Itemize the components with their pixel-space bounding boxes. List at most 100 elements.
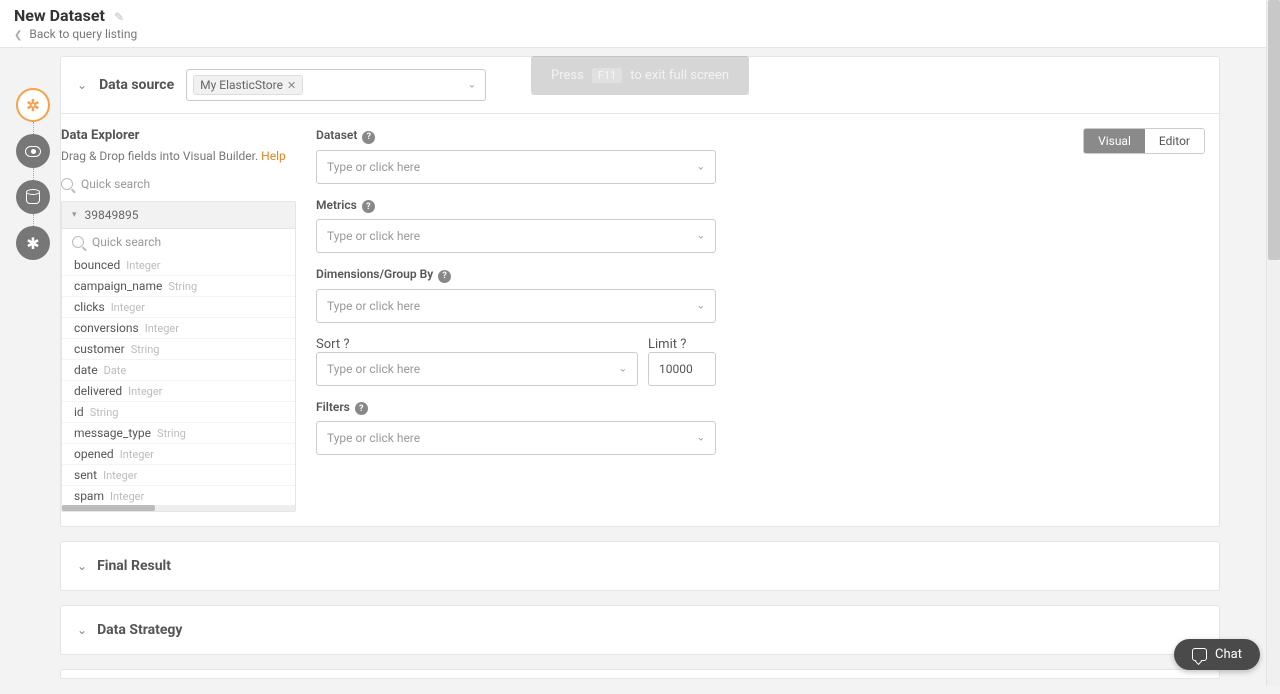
field-group-body: Quick search bouncedInteger campaign_nam…: [62, 228, 295, 511]
limit-label: Limit ?: [648, 337, 686, 352]
field-group: ▾ 39849895 Quick search bouncedInteger c…: [61, 201, 296, 512]
data-explorer: Data Explorer Drag & Drop fields into Vi…: [61, 114, 296, 526]
field-item[interactable]: dateDate: [62, 360, 295, 381]
dataset-row: Dataset ? Type or click here ⌄: [316, 128, 716, 184]
field-item[interactable]: campaign_nameString: [62, 276, 295, 297]
eye-icon: [25, 143, 41, 159]
search-icon: [72, 236, 84, 248]
chevron-down-icon: ⌄: [697, 231, 705, 242]
top-bar: New Dataset ✎ ❮ Back to query listing: [0, 0, 1280, 48]
chip-label: My ElasticStore: [200, 78, 283, 92]
database-icon: [25, 189, 41, 205]
scrollbar-thumb[interactable]: [62, 505, 155, 511]
quick-search-label: Quick search: [81, 177, 150, 191]
step-preview-icon[interactable]: [16, 134, 50, 168]
chip-remove-icon[interactable]: ✕: [287, 79, 296, 92]
metrics-row: Metrics ? Type or click here ⌄: [316, 198, 716, 254]
field-item[interactable]: spamInteger: [62, 486, 295, 505]
explorer-hint: Drag & Drop fields into Visual Builder. …: [61, 149, 296, 163]
field-item[interactable]: clicksInteger: [62, 297, 295, 318]
data-source-chip: My ElasticStore ✕: [193, 75, 303, 95]
edit-title-icon[interactable]: ✎: [114, 10, 124, 24]
help-icon[interactable]: ?: [362, 131, 375, 144]
page-title: New Dataset: [14, 6, 105, 25]
dataset-label: Dataset ?: [316, 128, 716, 144]
gear-icon: [25, 235, 41, 251]
data-strategy-panel: ⌄ Data Strategy: [60, 605, 1220, 655]
data-source-header: ⌄ Data source My ElasticStore ✕ ⌄: [61, 57, 1219, 113]
chevron-down-icon: ⌄: [697, 433, 705, 444]
chevron-down-icon: ⌄: [697, 161, 705, 172]
page-scrollbar[interactable]: [1266, 0, 1280, 686]
search-icon: [61, 178, 73, 190]
dataset-picker[interactable]: Type or click here ⌄: [316, 150, 716, 184]
chevron-down-icon: ⌄: [77, 559, 87, 573]
builder-split: Data Explorer Drag & Drop fields into Vi…: [61, 113, 1219, 526]
field-group-header[interactable]: ▾ 39849895: [62, 202, 295, 228]
tab-visual[interactable]: Visual: [1084, 129, 1145, 153]
field-item[interactable]: customerString: [62, 339, 295, 360]
step-storage-icon[interactable]: [16, 180, 50, 214]
help-icon[interactable]: ?: [680, 337, 686, 352]
visual-builder: Visual Editor Dataset ? Type or click he…: [316, 114, 1219, 526]
tab-editor[interactable]: Editor: [1145, 129, 1204, 153]
step-source-icon[interactable]: ✲: [16, 88, 50, 122]
step-connector: [33, 122, 34, 134]
back-link[interactable]: ❮ Back to query listing: [14, 27, 1266, 41]
explorer-heading: Data Explorer: [61, 128, 296, 143]
sort-label: Sort ?: [316, 337, 350, 352]
builder-tabs: Visual Editor: [1083, 128, 1205, 154]
data-strategy-heading: Data Strategy: [97, 622, 182, 638]
step-connector: [33, 168, 34, 180]
back-label: Back to query listing: [29, 27, 137, 41]
final-result-header[interactable]: ⌄ Final Result: [61, 542, 1219, 590]
data-strategy-header[interactable]: ⌄ Data Strategy: [61, 606, 1219, 654]
chevron-left-icon: ❮: [14, 30, 22, 41]
triangle-down-icon: ▾: [72, 210, 77, 220]
sort-picker[interactable]: Type or click here ⌄: [316, 352, 638, 386]
limit-field[interactable]: [659, 362, 705, 376]
quick-search-label2: Quick search: [92, 235, 161, 249]
final-result-panel: ⌄ Final Result: [60, 541, 1220, 591]
chevron-down-icon[interactable]: ⌄: [77, 78, 87, 92]
filters-picker[interactable]: Type or click here ⌄: [316, 421, 716, 455]
step-connector: [33, 214, 34, 226]
field-item[interactable]: bouncedInteger: [62, 255, 295, 276]
data-source-panel: ⌄ Data source My ElasticStore ✕ ⌄ Data E…: [60, 56, 1220, 527]
dimensions-picker[interactable]: Type or click here ⌄: [316, 289, 716, 323]
help-icon[interactable]: ?: [362, 200, 375, 213]
filters-label: Filters ?: [316, 400, 716, 416]
limit-input[interactable]: [648, 352, 716, 386]
field-item[interactable]: deliveredInteger: [62, 381, 295, 402]
quick-search-inner[interactable]: Quick search: [62, 229, 295, 255]
content-area: ✲ Press F11 to exit full screen ⌄ Data s…: [0, 48, 1280, 694]
field-list[interactable]: bouncedInteger campaign_nameString click…: [62, 255, 295, 505]
step-nav: ✲: [16, 88, 50, 260]
scrollbar-thumb[interactable]: [1268, 0, 1280, 260]
field-item[interactable]: sentInteger: [62, 465, 295, 486]
next-panel-peek: [60, 669, 1220, 679]
dimensions-row: Dimensions/Group By ? Type or click here…: [316, 267, 716, 323]
help-icon[interactable]: ?: [343, 337, 349, 352]
chat-button[interactable]: Chat: [1174, 639, 1260, 670]
field-item[interactable]: idString: [62, 402, 295, 423]
field-item[interactable]: conversionsInteger: [62, 318, 295, 339]
metrics-picker[interactable]: Type or click here ⌄: [316, 219, 716, 253]
quick-search-outer[interactable]: Quick search: [61, 173, 296, 201]
horizontal-scrollbar[interactable]: [62, 505, 295, 511]
step-settings-icon[interactable]: [16, 226, 50, 260]
help-icon[interactable]: ?: [438, 270, 451, 283]
help-icon[interactable]: ?: [355, 402, 368, 415]
metrics-label: Metrics ?: [316, 198, 716, 214]
help-link[interactable]: Help: [261, 149, 286, 163]
chat-label: Chat: [1215, 647, 1242, 662]
dimensions-label: Dimensions/Group By ?: [316, 267, 716, 283]
chevron-down-icon: ⌄: [77, 623, 87, 637]
field-item[interactable]: openedInteger: [62, 444, 295, 465]
sort-limit-row: Sort ? Type or click here ⌄ Limit ?: [316, 337, 716, 386]
field-item[interactable]: message_typeString: [62, 423, 295, 444]
group-id: 39849895: [85, 208, 139, 222]
filters-row: Filters ? Type or click here ⌄: [316, 400, 716, 456]
final-result-heading: Final Result: [97, 558, 171, 574]
data-source-select[interactable]: My ElasticStore ✕ ⌄: [186, 69, 486, 101]
